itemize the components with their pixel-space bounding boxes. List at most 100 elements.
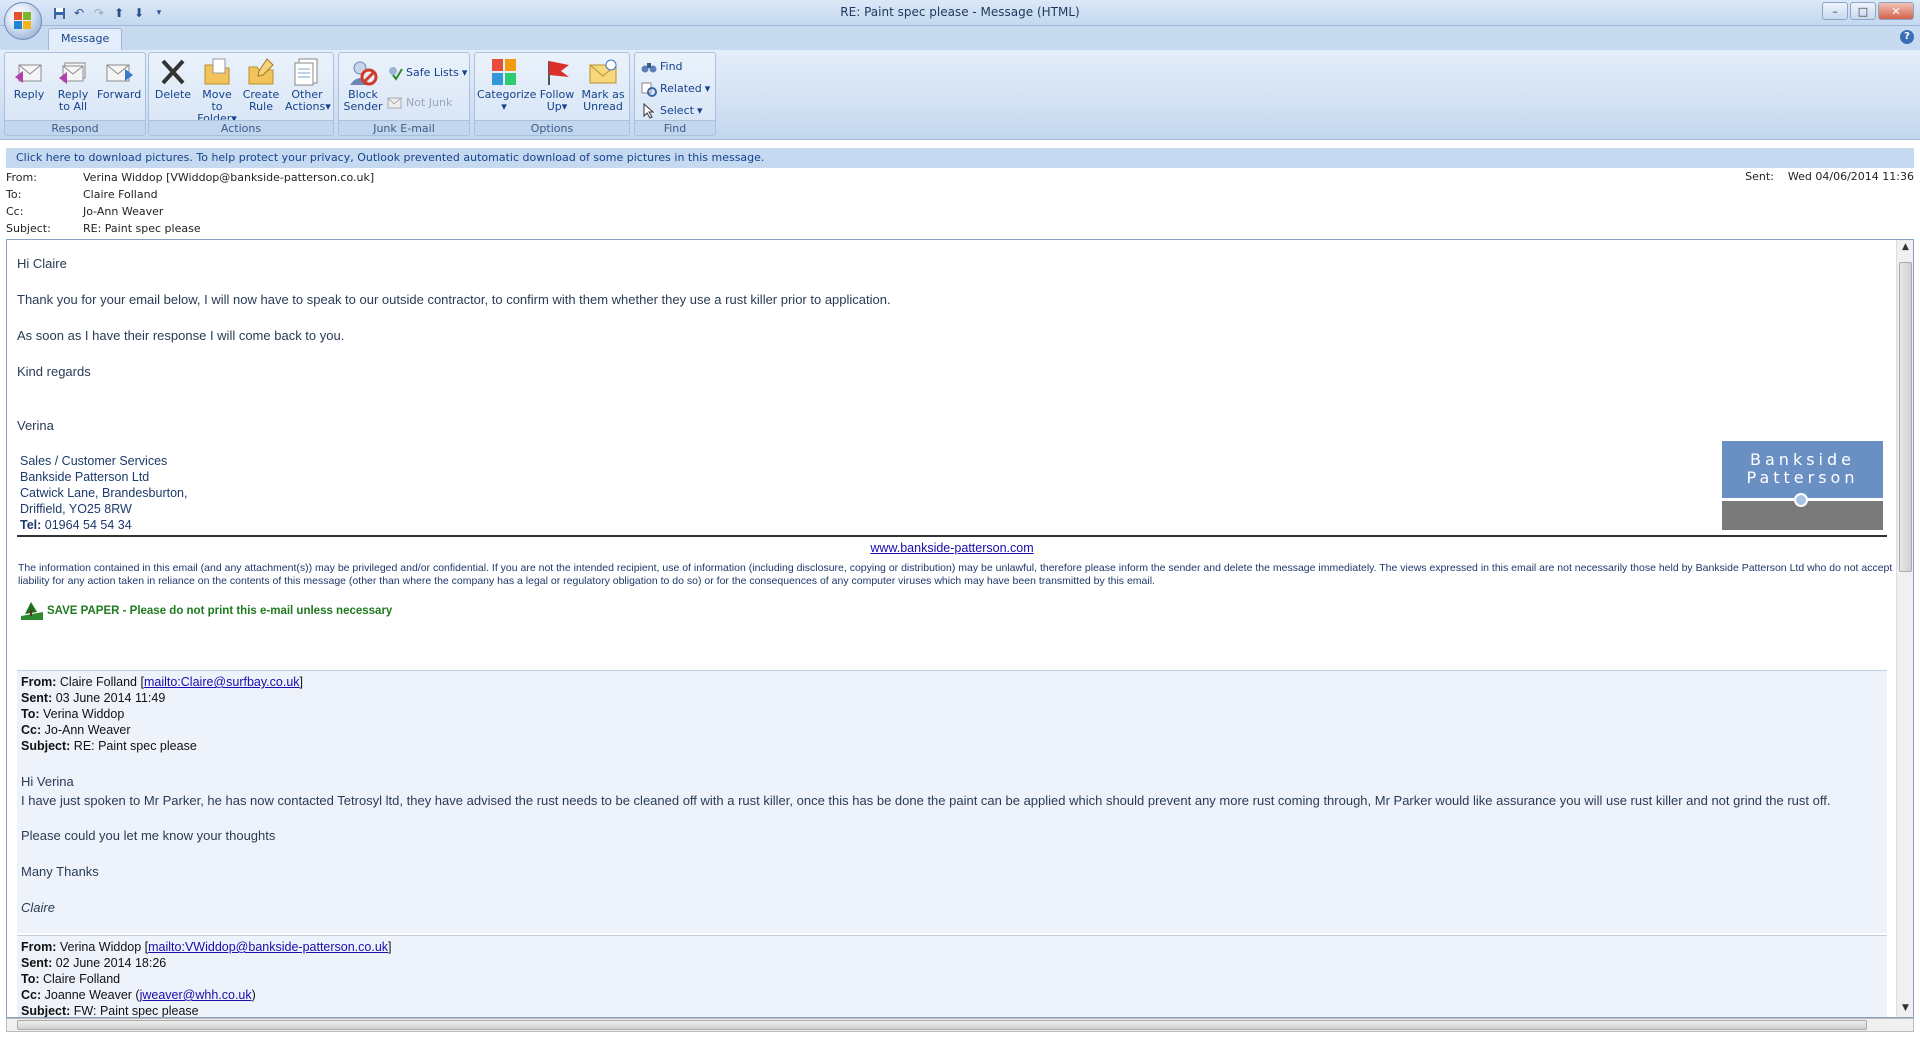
flag-icon [541, 57, 573, 87]
related-button[interactable]: Related ▾ [641, 79, 710, 99]
categorize-icon [488, 57, 520, 87]
quote1-paragraph-1: I have just spoken to Mr Parker, he has … [21, 793, 1831, 808]
group-options: Categorize ▾ Follow Up▾ Mark as Unread O… [474, 52, 630, 136]
logo-dot [1794, 493, 1808, 507]
dropdown-arrow-icon: ▾ [561, 100, 568, 113]
header-cc-row: Cc: Jo-Ann Weaver [6, 205, 164, 218]
tree-icon [21, 602, 43, 620]
quote1-subject: Subject: RE: Paint spec please [21, 739, 197, 753]
cursor-icon [641, 102, 657, 119]
binoculars-icon [641, 59, 657, 75]
website-link[interactable]: www.bankside-patterson.com [870, 541, 1033, 555]
dropdown-arrow-icon: ▾ [704, 82, 711, 95]
categorize-button[interactable]: Categorize ▾ [477, 57, 536, 117]
quote2-to: To: Claire Folland [21, 972, 121, 986]
delete-button[interactable]: Delete [151, 57, 195, 117]
group-label-find: Find [635, 120, 715, 135]
not-junk-button[interactable]: Not Junk [387, 93, 452, 113]
close-button[interactable]: ✕ [1878, 2, 1914, 20]
mark-unread-icon [587, 57, 619, 87]
folder-icon [201, 57, 233, 87]
title-bar: ↶ ↷ ⬆ ⬇ ▾ RE: Paint spec please - Messag… [0, 0, 1920, 26]
group-label-options: Options [475, 120, 629, 135]
quote2-from: From: Verina Widdop [mailto:VWiddop@bank… [21, 940, 392, 954]
dropdown-arrow-icon: ▾ [325, 100, 331, 113]
group-label-actions: Actions [149, 120, 333, 135]
reply-icon [13, 57, 45, 87]
move-to-folder-button[interactable]: Move to Folder▾ [195, 57, 239, 125]
greeting: Hi Claire [17, 256, 67, 271]
not-junk-icon [387, 95, 403, 111]
header-cc[interactable]: Jo-Ann Weaver [83, 205, 163, 218]
window-title: RE: Paint spec please - Message (HTML) [840, 5, 1080, 19]
other-actions-button[interactable]: Other Actions▾ [285, 57, 331, 117]
quote1-from: From: Claire Folland [mailto:Claire@surf… [21, 675, 304, 689]
quote1-mailto-link[interactable]: mailto:Claire@surfbay.co.uk [144, 675, 300, 689]
find-button[interactable]: Find [641, 57, 683, 77]
header-to[interactable]: Claire Folland [83, 188, 158, 201]
ribbon: Reply Reply to All Forward Respond Delet… [0, 50, 1920, 140]
create-rule-button[interactable]: Create Rule [239, 57, 283, 117]
group-label-respond: Respond [5, 120, 145, 135]
forward-icon [103, 57, 135, 87]
quote1-cc: Cc: Jo-Ann Weaver [21, 723, 131, 737]
minimize-button[interactable]: – [1822, 2, 1848, 20]
disclaimer: The information contained in this email … [18, 562, 1893, 587]
group-find: Find Related ▾ Select ▾ Find [634, 52, 716, 136]
horizontal-scroll-thumb[interactable] [17, 1020, 1867, 1030]
follow-up-button[interactable]: Follow Up▾ [535, 57, 579, 117]
scroll-up-arrow-icon[interactable]: ▲ [1899, 242, 1912, 256]
save-paper-banner: SAVE PAPER - Please do not print this e-… [19, 600, 392, 622]
reply-button[interactable]: Reply [7, 57, 51, 117]
ribbon-tab-row: Message ? [0, 26, 1920, 50]
safe-lists-button[interactable]: Safe Lists ▾ [387, 63, 467, 83]
dropdown-arrow-icon: ▾ [461, 66, 468, 79]
forward-button[interactable]: Forward [97, 57, 141, 117]
safe-lists-icon [387, 65, 403, 81]
delete-icon [157, 57, 189, 87]
select-button[interactable]: Select ▾ [641, 101, 702, 121]
company-logo: Bankside Patterson [1722, 441, 1883, 530]
signature-tel: Tel: 01964 54 54 34 [20, 518, 132, 532]
help-icon[interactable]: ? [1900, 30, 1914, 44]
quote2-mailto-link[interactable]: mailto:VWiddop@bankside-patterson.co.uk [148, 940, 388, 954]
block-sender-button[interactable]: Block Sender [341, 57, 385, 117]
dropdown-arrow-icon: ▾ [501, 100, 507, 113]
message-body[interactable]: Hi Claire Thank you for your email below… [6, 239, 1914, 1018]
download-pictures-infobar[interactable]: Click here to download pictures. To help… [6, 148, 1914, 168]
body-paragraph-1: Thank you for your email below, I will n… [17, 292, 891, 307]
group-respond: Reply Reply to All Forward Respond [4, 52, 146, 136]
scroll-down-arrow-icon[interactable]: ▼ [1899, 1003, 1912, 1017]
vertical-scrollbar[interactable]: ▲ ▼ [1896, 240, 1913, 1017]
quote1-greeting: Hi Verina [21, 774, 74, 789]
vertical-scroll-thumb[interactable] [1899, 262, 1912, 572]
dropdown-arrow-icon: ▾ [696, 104, 703, 117]
group-junk-email: Block Sender Safe Lists ▾ Not Junk Junk E… [338, 52, 470, 136]
quote1-sent: Sent: 03 June 2014 11:49 [21, 691, 166, 705]
header-from[interactable]: Verina Widdop [VWiddop@bankside-patterso… [83, 171, 374, 184]
signature-line-1: Sales / Customer Services [20, 454, 168, 468]
maximize-button[interactable]: □ [1850, 2, 1876, 20]
body-paragraph-2: As soon as I have their response I will … [17, 328, 345, 343]
header-from-row: From: Verina Widdop [VWiddop@bankside-pat… [6, 171, 375, 184]
reply-all-button[interactable]: Reply to All [51, 57, 95, 117]
mark-as-unread-button[interactable]: Mark as Unread [581, 57, 625, 117]
signature-line-3: Catwick Lane, Brandesburton, [20, 486, 188, 500]
quote2-cc-link[interactable]: jweaver@whh.co.uk [140, 988, 252, 1002]
office-logo-icon [14, 12, 32, 30]
quote1-thanks: Many Thanks [21, 864, 99, 879]
signature-line-4: Driffield, YO25 8RW [20, 502, 132, 516]
group-label-junk: Junk E-mail [339, 120, 469, 135]
quote2-subject: Subject: FW: Paint spec please [21, 1004, 199, 1018]
signature-name: Verina [17, 418, 54, 433]
header-subject-row: Subject: RE: Paint spec please [6, 222, 201, 235]
header-subject: RE: Paint spec please [83, 222, 201, 235]
quote2-cc: Cc: Joanne Weaver (jweaver@whh.co.uk) [21, 988, 256, 1002]
kind-regards: Kind regards [17, 364, 91, 379]
quote1-to: To: Verina Widdop [21, 707, 125, 721]
block-sender-icon [347, 57, 379, 87]
horizontal-scrollbar[interactable] [6, 1018, 1914, 1032]
tab-message[interactable]: Message [48, 28, 123, 50]
quote1-paragraph-2: Please could you let me know your though… [21, 828, 276, 843]
office-button[interactable] [4, 2, 42, 40]
